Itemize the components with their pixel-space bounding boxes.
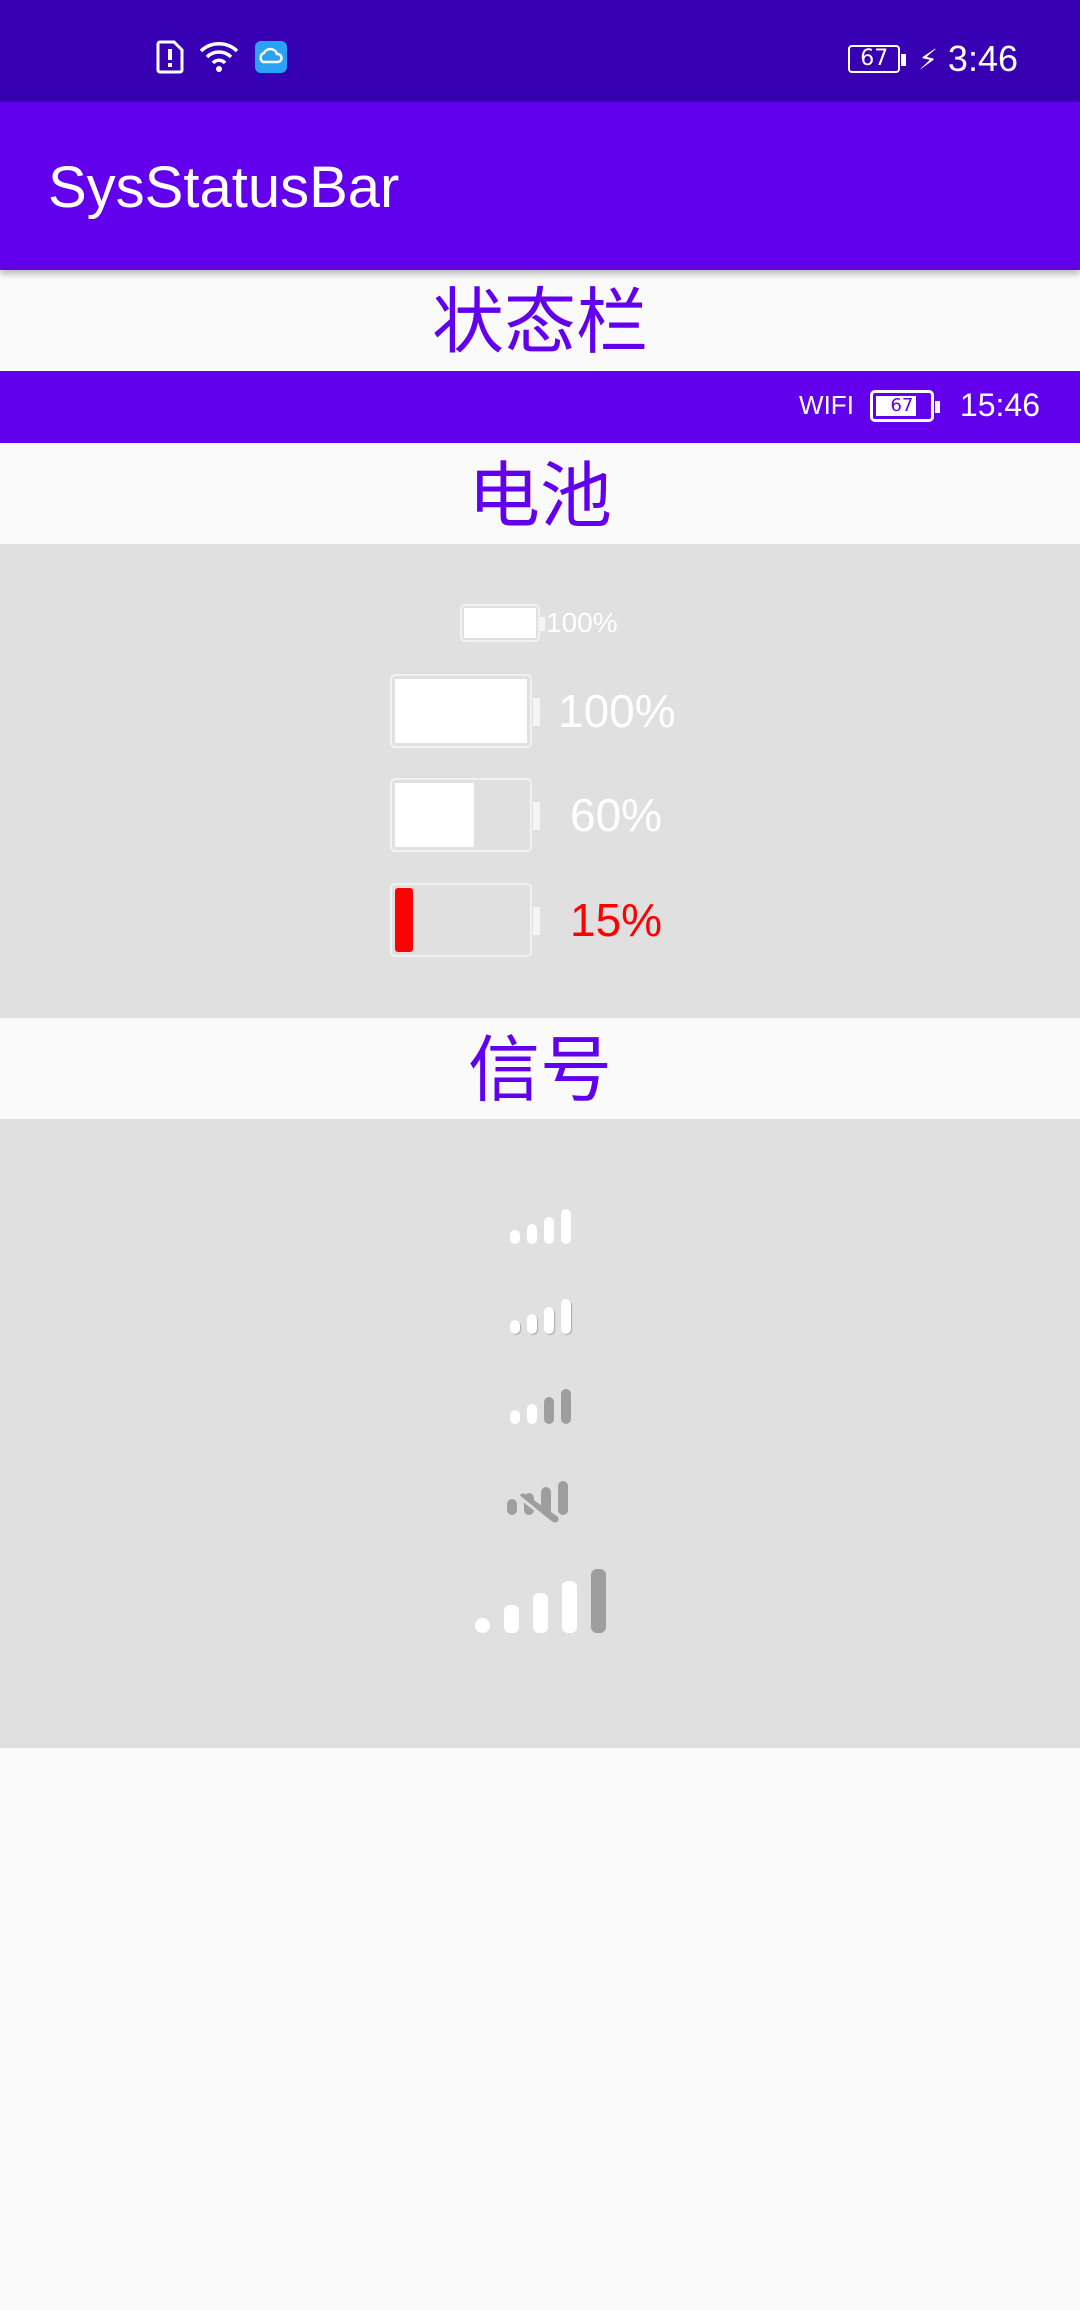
signal-bar-inactive — [590, 1569, 606, 1633]
battery-percent-label: 60% — [570, 789, 663, 841]
signal-section-title: 信号 — [467, 1028, 612, 1112]
system-status-bar: 67 ⚡ 3:46 — [0, 0, 1080, 102]
signal-bar — [503, 1605, 519, 1633]
battery-icon: 67 — [848, 45, 907, 73]
battery-fill — [395, 783, 474, 847]
signal-bar — [560, 1209, 571, 1244]
signal-no-service-icon — [507, 1481, 568, 1523]
wifi-label: WIFI — [799, 390, 854, 420]
signal-sample — [0, 1209, 1080, 1244]
statusbar-section-title: 状态栏 — [431, 280, 648, 364]
battery-nub — [533, 698, 540, 726]
battery-fill — [395, 679, 527, 743]
battery-percent-label: 100% — [546, 607, 618, 638]
signal-full-icon — [509, 1209, 571, 1244]
battery-nub — [533, 802, 540, 830]
signal-large-icon — [474, 1569, 606, 1633]
signal-bar — [560, 1299, 571, 1334]
app-toolbar: SysStatusBar — [0, 102, 1080, 270]
battery-fill — [464, 608, 536, 638]
signal-bar — [526, 1224, 537, 1244]
cloud-app-icon — [255, 41, 287, 73]
custom-battery-icon: 67 — [869, 389, 940, 422]
battery-icon-small — [460, 604, 545, 642]
custom-battery-level: 67 — [890, 394, 914, 416]
signal-sample — [0, 1569, 1080, 1633]
battery-sample-row: 60% — [390, 778, 662, 852]
signal-bar — [474, 1618, 490, 1633]
custom-status-time: 15:46 — [959, 387, 1040, 423]
signal-bar — [532, 1593, 548, 1633]
battery-fill-low — [395, 888, 413, 952]
signal-bar — [543, 1307, 554, 1334]
sim-alert-icon — [156, 40, 184, 74]
signal-full-icon — [509, 1299, 571, 1334]
battery-icon-large — [390, 883, 540, 957]
signal-bar-inactive — [560, 1389, 571, 1424]
battery-sample-row: 100% — [390, 674, 676, 748]
signal-panel — [0, 1119, 1080, 1748]
battery-nub — [540, 617, 545, 631]
custom-status-right: WIFI 67 15:46 — [799, 387, 1040, 424]
signal-bar-inactive — [543, 1397, 554, 1424]
app-title: SysStatusBar — [48, 155, 400, 220]
signal-bar — [526, 1314, 537, 1334]
battery-nub — [533, 907, 540, 935]
battery-percent-label-low: 15% — [570, 894, 663, 946]
battery-sample-row: 100% — [460, 604, 618, 642]
battery-section-title: 电池 — [467, 454, 612, 538]
signal-bar — [543, 1217, 554, 1244]
battery-icon-large — [390, 778, 540, 852]
wifi-icon — [199, 42, 239, 72]
signal-sample — [0, 1389, 1080, 1424]
signal-bar — [561, 1581, 577, 1633]
custom-status-bar-preview: WIFI 67 15:46 — [0, 371, 1080, 443]
system-status-right: 67 ⚡ 3:46 — [848, 38, 1018, 80]
battery-sample-row: 15% — [390, 883, 662, 957]
charging-bolt-icon: ⚡ — [918, 42, 938, 76]
signal-sample — [0, 1299, 1080, 1334]
battery-percent-label: 100% — [558, 685, 676, 737]
signal-bar — [526, 1404, 537, 1424]
signal-bar — [509, 1410, 520, 1424]
signal-bar — [509, 1230, 520, 1244]
system-battery-level: 67 — [860, 46, 889, 71]
battery-icon-large — [390, 674, 540, 748]
signal-sample — [0, 1479, 1080, 1523]
signal-two-bars-icon — [509, 1389, 571, 1424]
signal-bar — [509, 1320, 520, 1334]
notification-icons — [156, 40, 288, 74]
battery-panel: 100% 100% 60% 15% — [0, 544, 1080, 1018]
system-clock: 3:46 — [947, 38, 1018, 79]
